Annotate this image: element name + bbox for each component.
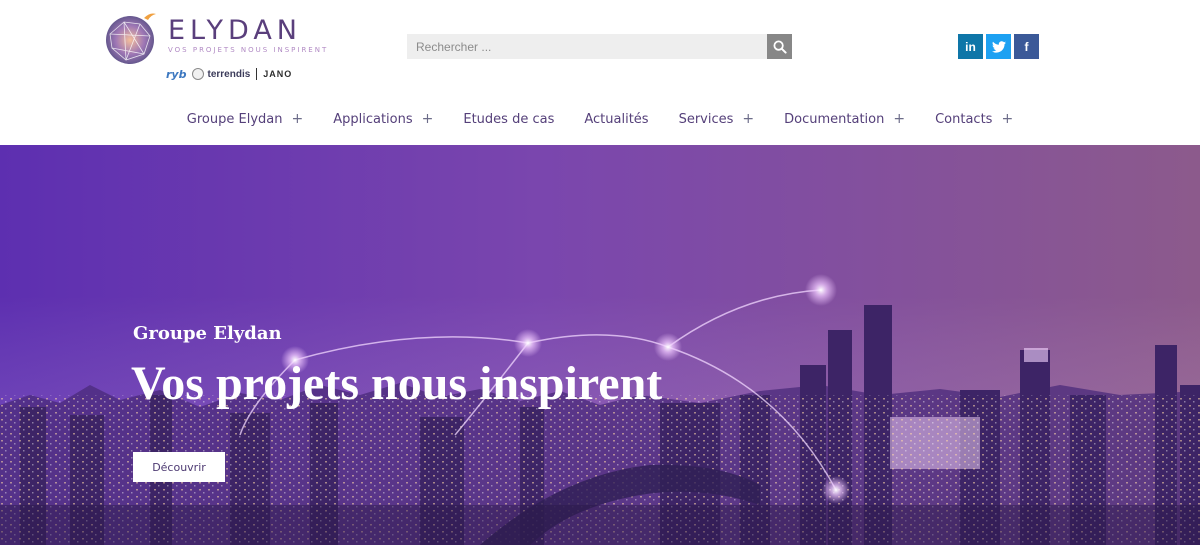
hero-banner: Groupe Elydan Vos projets nous inspirent… bbox=[0, 145, 1200, 545]
search-input[interactable] bbox=[407, 34, 767, 59]
nav-item-etudes-de-cas[interactable]: Etudes de cas bbox=[463, 112, 554, 127]
social-links: in f bbox=[958, 34, 1039, 59]
nav-item-label: Etudes de cas bbox=[463, 111, 555, 127]
expand-plus-icon: + bbox=[893, 111, 906, 127]
nav-item-groupe-elydan[interactable]: Groupe Elydan + bbox=[187, 111, 303, 127]
nav-item-label: Groupe Elydan bbox=[186, 111, 283, 127]
expand-plus-icon: + bbox=[742, 111, 755, 127]
nav-item-services[interactable]: Services + bbox=[679, 111, 755, 127]
partner-ryb-logo: ryb bbox=[166, 67, 187, 81]
nav-item-applications[interactable]: Applications + bbox=[333, 111, 433, 127]
partner-jano-logo: JANO bbox=[263, 69, 293, 79]
logo-wordmark: ELYDAN bbox=[168, 15, 302, 46]
twitter-button[interactable] bbox=[986, 34, 1011, 59]
hero-subtitle: Groupe Elydan bbox=[133, 323, 282, 344]
search-icon bbox=[773, 40, 787, 54]
nav-item-actualites[interactable]: Actualités bbox=[584, 112, 648, 127]
terrendis-mark-icon bbox=[192, 68, 205, 80]
partner-terrendis-logo: terrendis bbox=[192, 68, 250, 80]
main-nav: Groupe Elydan + Applications + Etudes de… bbox=[0, 106, 1200, 132]
site-logo[interactable]: ELYDAN VOS PROJETS NOUS INSPIRENT ryb te… bbox=[104, 6, 326, 86]
nav-item-label: Services bbox=[678, 111, 734, 127]
twitter-icon bbox=[991, 40, 1006, 53]
hero-title: Vos projets nous inspirent bbox=[131, 357, 663, 410]
linkedin-button[interactable]: in bbox=[958, 34, 983, 59]
globe-logo-icon bbox=[106, 13, 156, 64]
facebook-button[interactable]: f bbox=[1014, 34, 1039, 59]
partner-divider bbox=[256, 68, 258, 80]
expand-plus-icon: + bbox=[421, 111, 434, 127]
linkedin-icon: in bbox=[965, 39, 976, 54]
search-button[interactable] bbox=[767, 34, 792, 59]
expand-plus-icon: + bbox=[291, 111, 304, 127]
facebook-icon: f bbox=[1024, 39, 1029, 54]
expand-plus-icon: + bbox=[1001, 111, 1014, 127]
logo-tagline: VOS PROJETS NOUS INSPIRENT bbox=[168, 46, 329, 54]
site-header: ELYDAN VOS PROJETS NOUS INSPIRENT ryb te… bbox=[0, 0, 1200, 145]
search-form bbox=[407, 34, 792, 59]
nav-item-label: Applications bbox=[333, 111, 413, 127]
partner-logos: ryb terrendis JANO bbox=[166, 66, 292, 82]
nav-item-label: Contacts bbox=[935, 111, 993, 127]
nav-item-contacts[interactable]: Contacts + bbox=[935, 111, 1013, 127]
city-skyline-background bbox=[0, 145, 1200, 545]
partner-terrendis-label: terrendis bbox=[207, 68, 251, 80]
discover-button[interactable]: Découvrir bbox=[133, 452, 225, 482]
nav-item-documentation[interactable]: Documentation + bbox=[784, 111, 905, 127]
nav-item-label: Documentation bbox=[784, 111, 885, 127]
nav-item-label: Actualités bbox=[584, 111, 649, 127]
